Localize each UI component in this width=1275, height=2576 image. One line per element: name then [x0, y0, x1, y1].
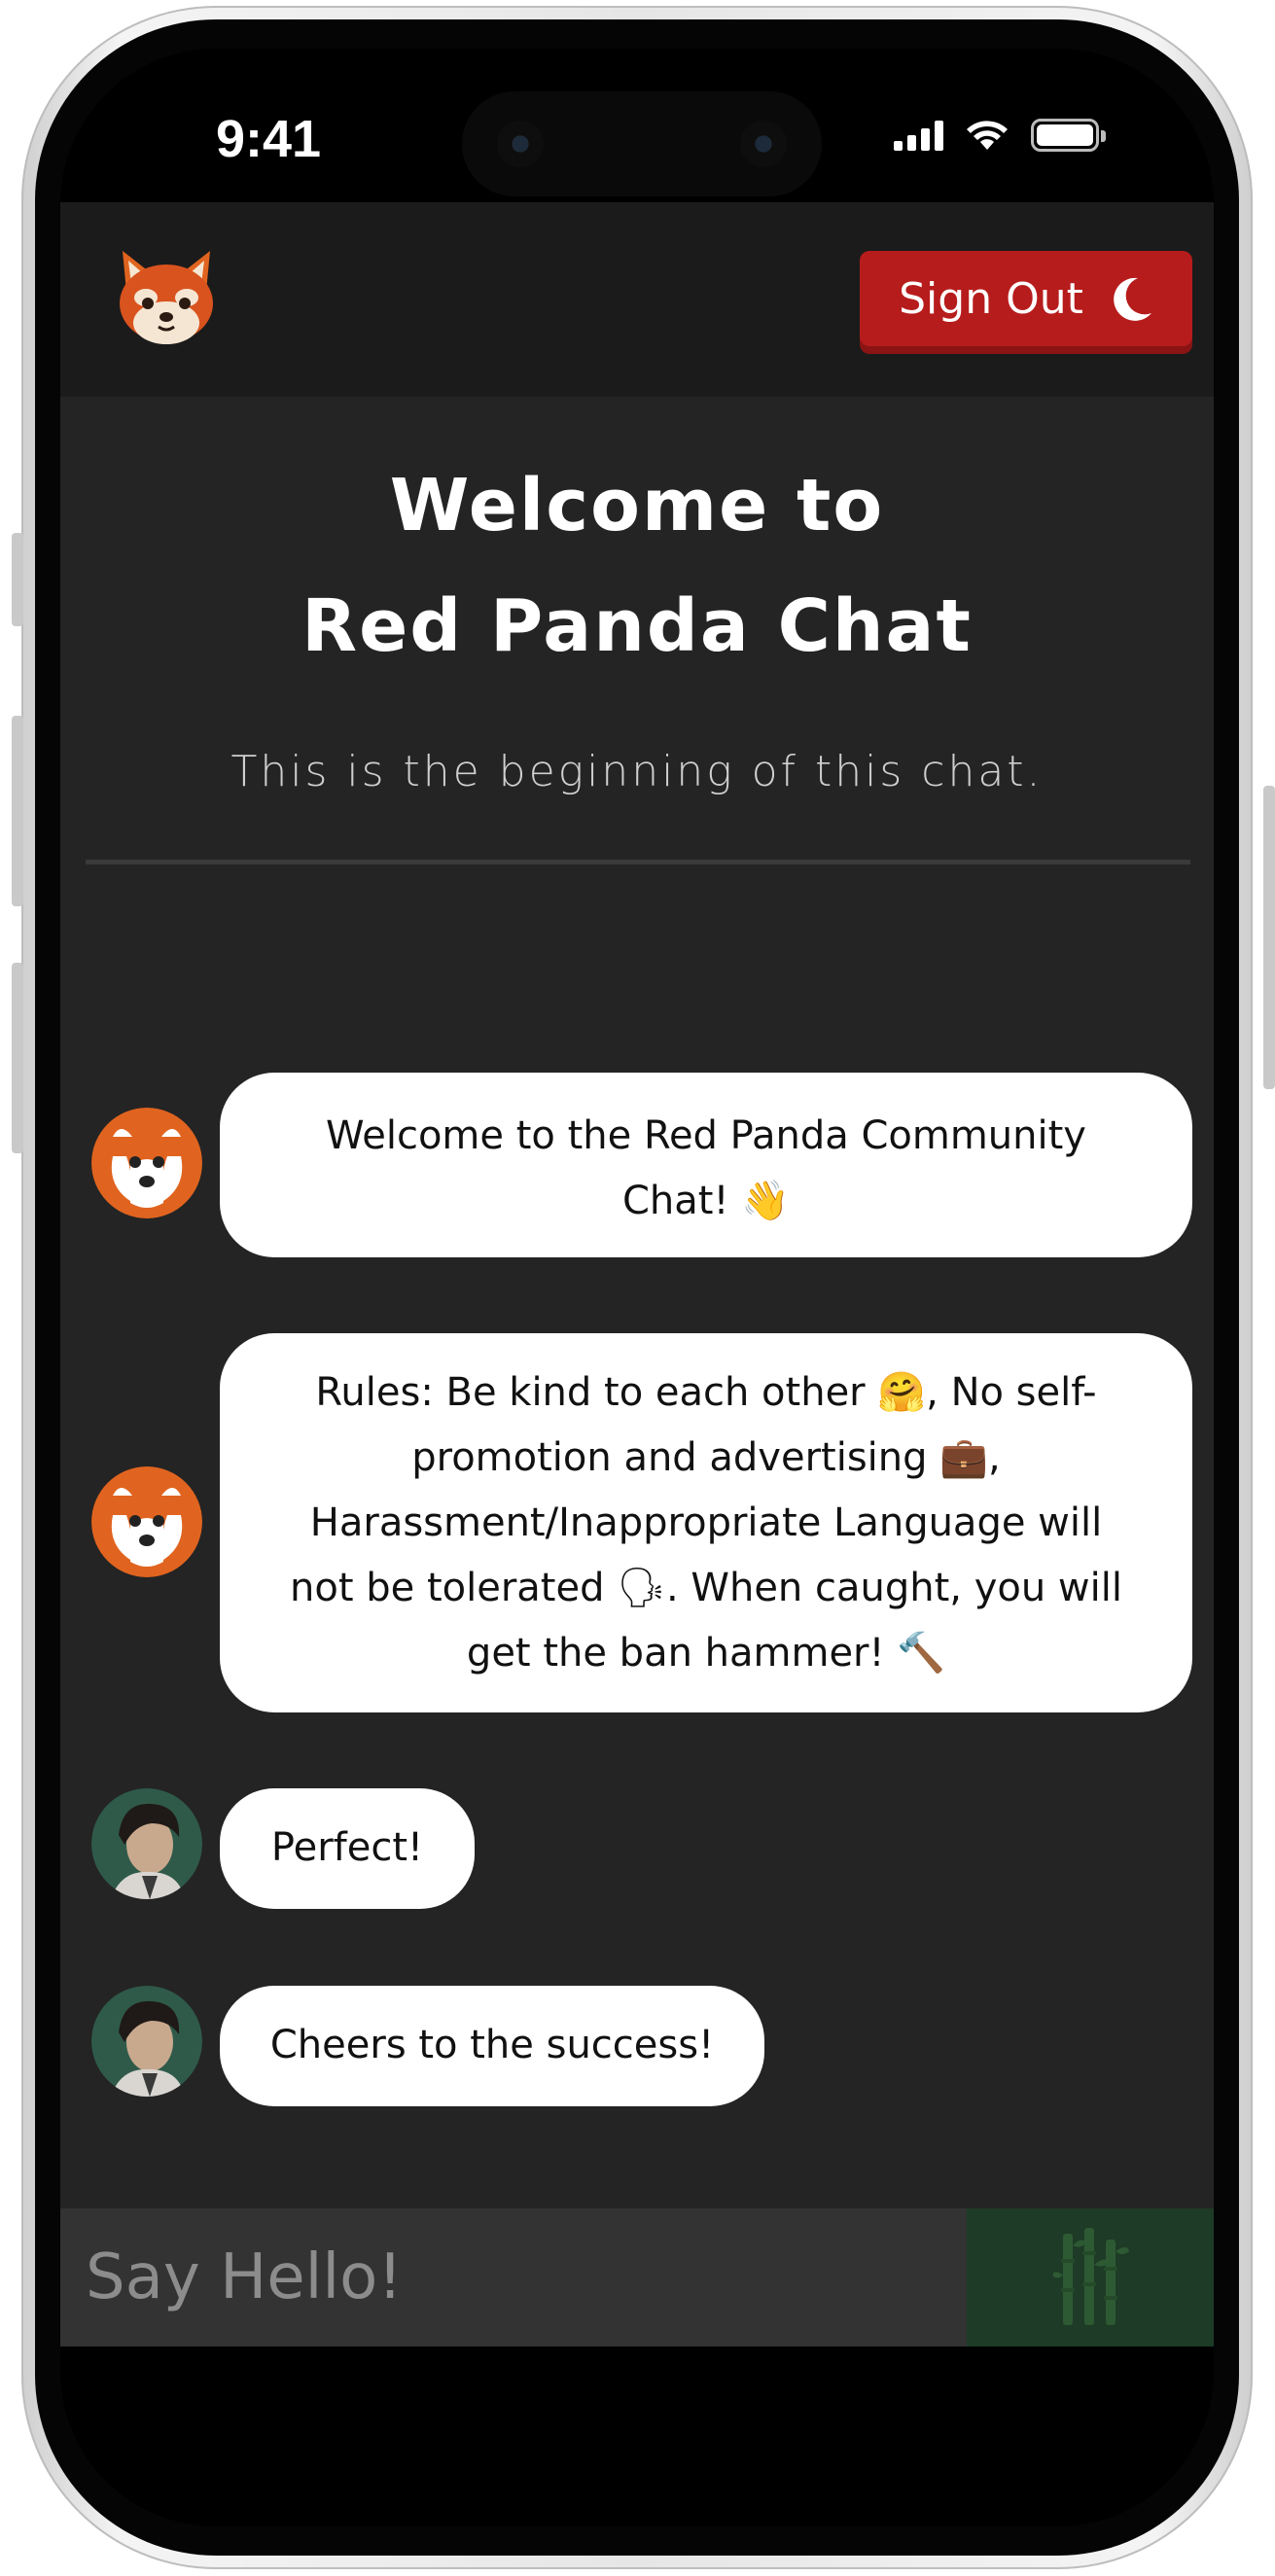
message-text-line: Chat! 👋	[621, 1179, 791, 1223]
dynamic-island	[462, 91, 822, 196]
red-panda-avatar[interactable]	[91, 1108, 202, 1218]
wifi-icon	[967, 121, 1008, 150]
message-text-line: Cheers to the success!	[269, 2023, 715, 2067]
battery-icon	[1031, 119, 1106, 152]
message-text-line: Rules: Be kind to each other 🤗, No self-	[315, 1370, 1097, 1415]
sensor-icon	[497, 121, 544, 167]
status-icons	[894, 119, 1106, 152]
message-bubble: Welcome to the Red Panda Community Chat!…	[220, 1073, 1192, 1257]
user-avatar[interactable]	[91, 1788, 202, 1899]
composer-bar	[60, 2208, 1214, 2347]
welcome-title: Welcome to Red Panda Chat	[60, 445, 1214, 687]
sign-out-label: Sign Out	[899, 273, 1083, 324]
chat-app: Sign Out Welcome to Red Panda Chat This …	[60, 202, 1214, 2347]
message-text-line: not be tolerated 🗣. When caught, you wil…	[290, 1566, 1122, 1610]
moon-icon	[1114, 277, 1151, 321]
camera-icon	[740, 121, 787, 167]
message-bubble: Perfect!	[220, 1788, 475, 1909]
user-avatar[interactable]	[91, 1986, 202, 2097]
message-row: Cheers to the success!	[91, 1986, 1192, 2106]
message-bubble: Cheers to the success!	[220, 1986, 764, 2106]
send-button[interactable]	[967, 2208, 1214, 2347]
volume-down-button	[12, 963, 23, 1153]
message-text-line: Perfect!	[270, 1825, 424, 1870]
message-text-line: Harassment/Inappropriate Language will	[309, 1500, 1103, 1545]
status-bar: 9:41	[60, 49, 1214, 199]
message-row: Rules: Be kind to each other 🤗, No self-…	[91, 1333, 1192, 1712]
home-indicator-area	[60, 2347, 1214, 2526]
power-button	[1263, 786, 1275, 1089]
divider	[86, 860, 1190, 865]
red-panda-logo[interactable]	[115, 249, 218, 346]
welcome-title-line1: Welcome to	[389, 464, 885, 547]
message-text-line: get the ban hammer! 🔨	[466, 1631, 946, 1676]
cellular-signal-icon	[894, 120, 943, 151]
bamboo-icon	[1052, 2228, 1129, 2325]
welcome-title-line2: Red Panda Chat	[301, 584, 973, 668]
message-row: Perfect!	[91, 1788, 1192, 1909]
message-text-line: Welcome to the Red Panda Community	[326, 1113, 1086, 1158]
welcome-subtitle: This is the beginning of this chat.	[230, 747, 1044, 796]
volume-up-button	[12, 716, 23, 906]
sign-out-button[interactable]: Sign Out	[860, 251, 1192, 346]
message-text-line: promotion and advertising 💼,	[411, 1435, 1001, 1480]
status-time: 9:41	[216, 110, 322, 168]
message-input[interactable]	[60, 2208, 967, 2347]
action-button	[12, 533, 23, 626]
message-bubble: Rules: Be kind to each other 🤗, No self-…	[220, 1333, 1192, 1712]
red-panda-avatar[interactable]	[91, 1466, 202, 1577]
message-row: Welcome to the Red Panda Community Chat!…	[91, 1073, 1192, 1257]
app-header: Sign Out	[60, 202, 1214, 397]
screen: 9:41 Sign Out Welcome to Red Panda Chat …	[60, 49, 1214, 2526]
